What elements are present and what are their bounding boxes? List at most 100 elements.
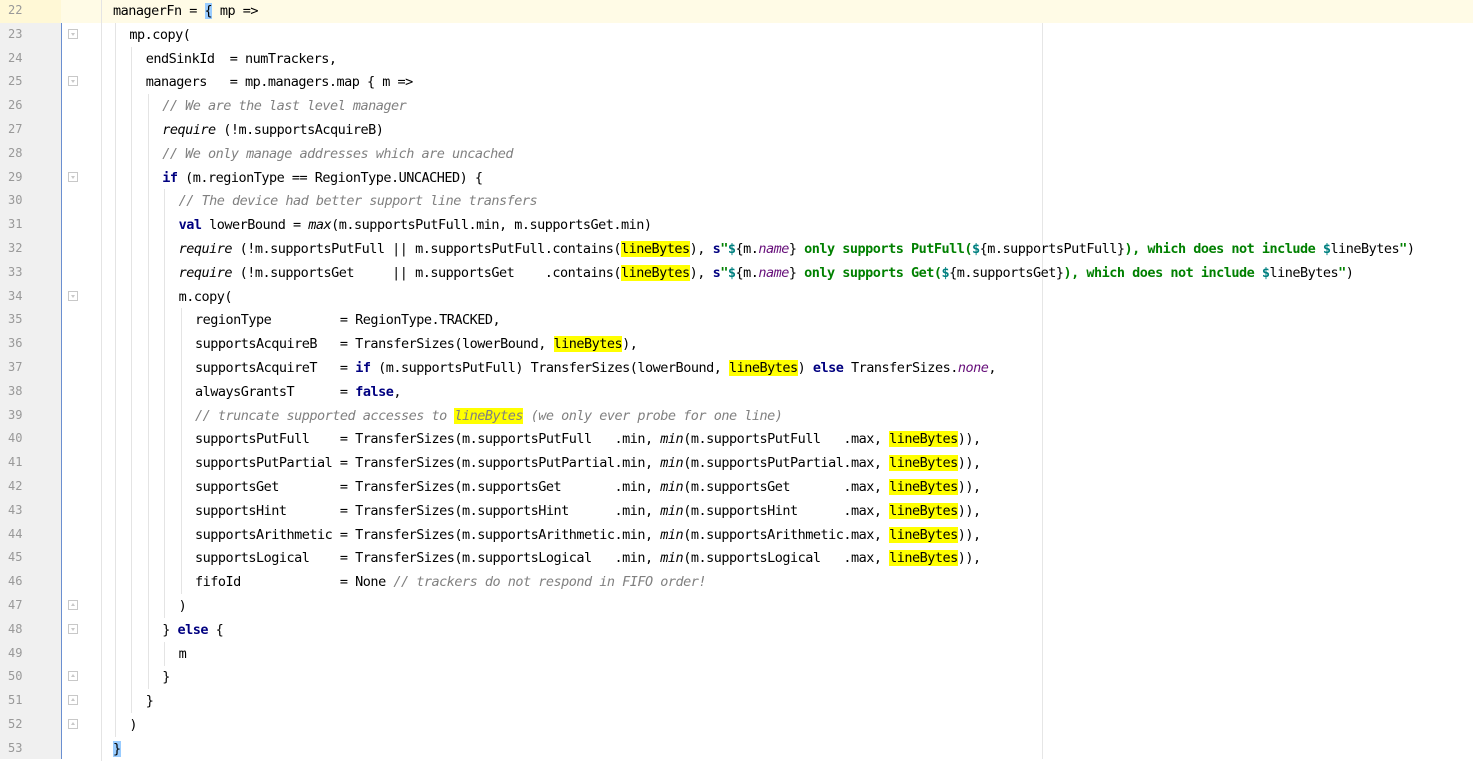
code-line[interactable]: 22 managerFn = { mp => [0,0,1473,23]
indent-guide [115,546,116,571]
code-token: ), [689,264,713,281]
indent-guide [180,498,182,523]
indent-guide [147,427,149,452]
code-line[interactable]: 30 // The device had better support line … [0,189,1473,214]
line-number-cell: 37 [0,356,61,380]
fold-end-icon[interactable] [68,719,78,729]
code-token: " [1399,241,1407,257]
code-line[interactable]: 45 supportsLogical = TransferSizes(m.supp… [0,546,1473,571]
code-line[interactable]: 50} [0,665,1473,690]
line-number: 47 [8,598,23,612]
line-number-cell: 33 [0,261,61,285]
indent-guide [131,213,133,238]
code-token: } [162,621,178,638]
indent-guide [147,379,149,404]
fold-end-icon[interactable] [68,671,78,682]
code-line[interactable]: 24 endSinkId = numTrackers, [0,46,1473,71]
code-token: max [308,217,332,234]
code-line[interactable]: 41 supportsPutPartial = TransferSizes(m.s… [0,451,1473,476]
code-token: fifoId = None [195,574,394,591]
fold-expand-icon[interactable] [68,28,78,39]
code-line[interactable]: 43 supportsHint = TransferSizes(m.support… [0,498,1473,523]
code-text: supportsAcquireT = if (m.supportsPutFull… [195,359,996,377]
code-token: )), [957,431,981,448]
indent-guide [115,118,116,142]
code-line[interactable]: 40 supportsPutFull = TransferSizes(m.supp… [0,427,1473,452]
code-line[interactable]: 34 m.copy( [0,284,1473,309]
code-token: (!m.supportsPutFull || m.supportsPutFull… [232,241,622,257]
fold-end-icon[interactable] [68,600,78,610]
code-line[interactable]: 39 // truncate supported accesses to line… [0,403,1473,428]
indent-guide [131,522,133,547]
indent-guide [164,522,166,547]
code-line[interactable]: 49 m [0,641,1473,666]
indent-guide [164,189,166,214]
indent-guide [101,689,102,714]
fold-expand-icon[interactable] [68,171,78,182]
code-line[interactable]: 44 supportsArithmetic = TransferSizes(m.s… [0,522,1473,547]
indent-guide [131,237,133,261]
fold-expand-icon[interactable] [68,623,78,634]
code-line[interactable]: 37 supportsAcquireT = if (m.supportsPutFu… [0,356,1473,380]
code-line[interactable]: 32 require (!m.supportsPutFull || m.suppo… [0,237,1473,261]
indent-guide [131,165,133,190]
code-token: require [178,264,233,281]
indent-guide [101,522,102,547]
code-line[interactable]: 52) [0,713,1473,737]
code-token: min [660,455,684,472]
indent-guide [101,189,102,214]
code-token: // trackers do not respond in FIFO order… [393,574,707,591]
line-number: 28 [8,145,23,160]
code-line[interactable]: 38 alwaysGrantsT = false, [0,379,1473,404]
fold-end-icon[interactable] [68,695,78,706]
code-line[interactable]: 53} [0,736,1473,761]
code-text: } else { [162,621,224,639]
code-token: min [660,550,684,567]
code-token: supportsAcquireB = TransferSizes(lowerBo… [195,336,554,353]
code-line[interactable]: 33 require (!m.supportsGet || m.supportsG… [0,260,1473,285]
code-line[interactable]: 51} [0,689,1473,714]
code-token: {m. [735,264,759,281]
code-text: managers = mp.managers.map { m => [146,73,413,91]
line-number: 35 [8,312,23,327]
code-text: require (!m.supportsAcquireB) [162,121,384,139]
code-line[interactable]: 29 if (m.regionType == RegionType.UNCACHE… [0,165,1473,190]
code-line[interactable]: 23 mp.copy( [0,22,1473,47]
code-line[interactable]: 25 managers = mp.managers.map { m => [0,70,1473,95]
code-line[interactable]: 46 fifoId = None // trackers do not respo… [0,570,1473,595]
line-number-cell: 43 [0,499,61,523]
code-token: only supports Get( [796,264,942,281]
code-token: (m.supportsGet .max, [683,479,890,495]
indent-guide [147,356,149,380]
line-number-cell: 24 [0,47,61,71]
indent-guide [101,308,102,333]
code-line[interactable]: 31 val lowerBound = max(m.supportsPutFull… [0,213,1473,238]
code-token: supportsHint = TransferSizes(m.supportsH… [195,502,661,519]
indent-guide [115,522,116,547]
line-number: 32 [8,241,23,255]
code-line[interactable]: 35 regionType = RegionType.TRACKED, [0,308,1473,333]
indent-guide [101,736,102,761]
code-line[interactable]: 47) [0,594,1473,618]
code-line[interactable]: 48} else { [0,617,1473,642]
code-line[interactable]: 28 // We only manage addresses which are … [0,141,1473,166]
indent-guide [115,427,116,452]
line-number: 24 [8,50,23,65]
indent-guide [115,617,116,642]
code-token: if [162,169,178,186]
line-number-cell: 45 [0,546,61,570]
code-token: (m.regionType == RegionType.UNCACHED) { [177,169,483,186]
code-editor[interactable]: 22 managerFn = { mp => 23 mp.copy(24 endSink… [0,0,1473,761]
indent-guide [131,570,133,595]
code-line[interactable]: 42 supportsGet = TransferSizes(m.supports… [0,475,1473,499]
indent-guide [101,70,102,95]
line-number-cell: 23 [0,23,61,47]
indent-guide [164,570,166,595]
fold-expand-icon[interactable] [68,76,78,87]
code-line[interactable]: 36 supportsAcquireB = TransferSizes(lower… [0,332,1473,357]
line-number-cell: 41 [0,451,61,475]
code-line[interactable]: 26 // We are the last level manager [0,94,1473,119]
line-number-cell: 26 [0,94,61,118]
fold-expand-icon[interactable] [68,290,78,301]
code-line[interactable]: 27 require (!m.supportsAcquireB) [0,118,1473,142]
